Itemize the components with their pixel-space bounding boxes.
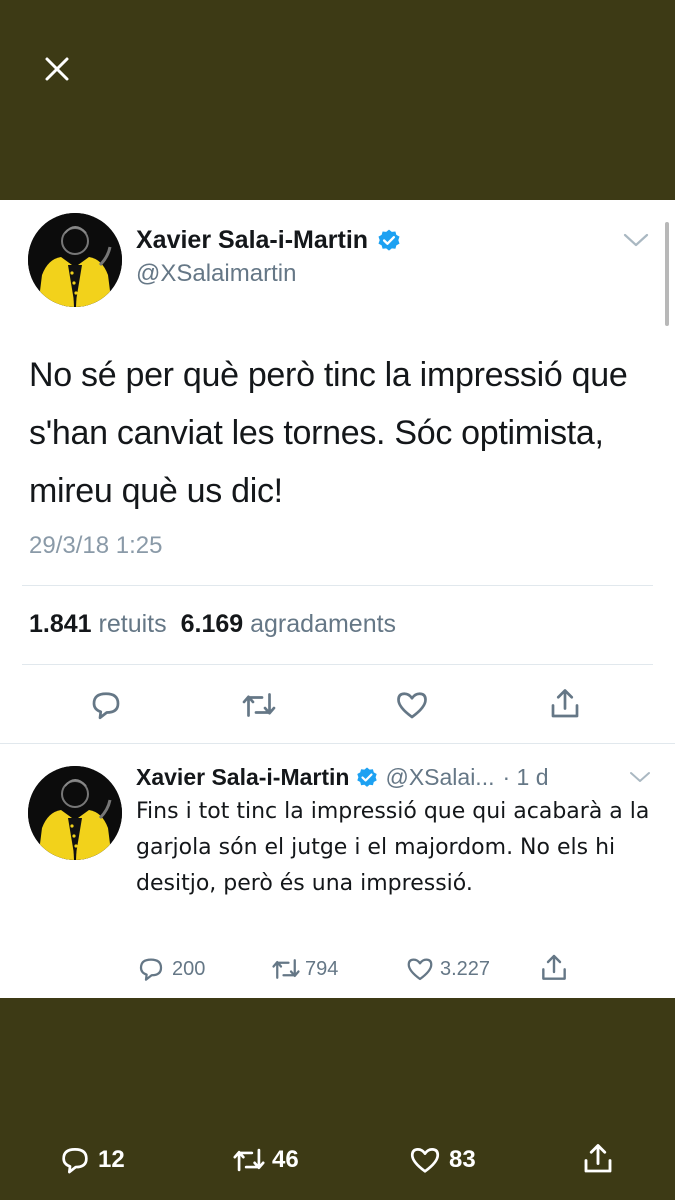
reply-handle[interactable]: @XSalai... [385,764,494,791]
retweet-icon [272,959,300,979]
bottom-reply-button[interactable]: 12 [58,1143,125,1177]
bottom-retweet-button[interactable]: 46 [230,1143,299,1177]
reply-replies-count: 200 [172,957,206,980]
reply-author-name[interactable]: Xavier Sala-i-Martin [136,764,349,791]
tweet-menu-button[interactable] [623,232,649,253]
author-name-text: Xavier Sala-i-Martin [136,226,369,254]
reply-likes-count: 3.227 [440,957,491,980]
chevron-down-icon [630,772,650,782]
tweet-stats: 1.841 retuits 6.169 agradaments [29,610,396,639]
reply-time[interactable]: · 1 d [502,764,548,791]
reply-share-button[interactable] [538,952,570,984]
avatar-image [28,766,122,860]
likes-stat[interactable]: 6.169 agradaments [181,610,396,638]
retweet-icon [233,1148,265,1172]
retweets-label: retuits [98,610,167,638]
author-handle[interactable]: @XSalaimartin [136,260,296,288]
share-icon [542,954,566,980]
reply-icon [92,692,120,720]
like-icon [397,692,427,719]
divider [0,743,675,744]
divider [22,585,653,586]
reply-like-button[interactable]: 3.227 [404,954,490,984]
bottom-like-button[interactable]: 83 [407,1143,476,1177]
tweet-text: No sé per què però tinc la impressió que… [29,356,628,510]
bottom-share-button[interactable] [580,1141,616,1177]
reply-menu-button[interactable] [629,770,651,789]
tweet-timestamp[interactable]: 29/3/18 1:25 [29,532,162,560]
retweets-count: 1.841 [29,610,92,638]
tweet-card: Xavier Sala-i-Martin @XSalaimartin No sé… [0,200,675,998]
reply-icon [62,1148,88,1174]
avatar-image [28,213,122,307]
share-icon [584,1144,612,1173]
share-icon [551,689,579,718]
share-button[interactable] [547,685,583,723]
close-button[interactable] [38,50,76,88]
retweet-button[interactable] [239,687,279,723]
likes-label: agradaments [250,610,397,638]
reply-text: Fins i tot tinc la impressió que qui aca… [136,799,650,896]
tweet-viewer-overlay: Xavier Sala-i-Martin @XSalaimartin No sé… [0,0,675,1200]
reply-retweet-button[interactable]: 794 [269,954,338,984]
divider [22,664,653,665]
like-button[interactable] [393,687,431,723]
reply-reply-button[interactable]: 200 [136,954,205,984]
reply-button[interactable] [88,687,124,723]
bottom-replies-count: 12 [98,1146,125,1173]
reply-icon [139,958,163,981]
like-icon [407,958,433,981]
retweet-icon [242,693,276,717]
reply-header: Xavier Sala-i-Martin @XSalai... · 1 d [136,764,656,791]
retweets-stat[interactable]: 1.841 retuits [29,610,167,638]
verified-badge-icon [376,228,402,254]
likes-count: 6.169 [180,610,244,638]
avatar[interactable] [28,766,122,860]
like-icon [410,1148,440,1173]
avatar[interactable] [28,213,122,307]
verified-badge-icon [355,766,379,790]
close-icon [45,57,69,81]
reply-retweets-count: 794 [305,957,339,980]
author-name[interactable]: Xavier Sala-i-Martin [136,226,402,255]
chevron-down-icon [623,233,649,247]
bottom-retweets-count: 46 [272,1146,299,1173]
bottom-likes-count: 83 [449,1146,476,1173]
scrollbar[interactable] [665,222,669,326]
